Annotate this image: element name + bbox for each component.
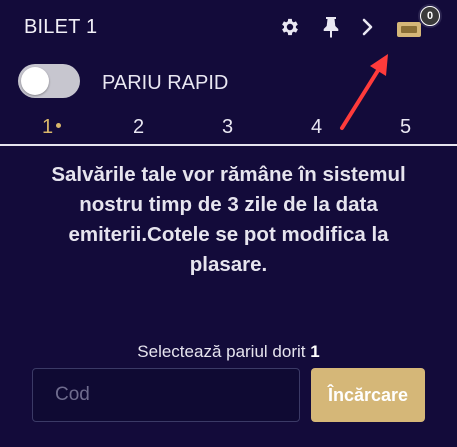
- bet-slip-header: BILET 1 0: [0, 0, 457, 56]
- select-prompt-number: 1: [310, 342, 320, 361]
- tab-1[interactable]: 1: [42, 116, 62, 139]
- tab-5[interactable]: 5: [400, 116, 411, 139]
- tab-label: 1: [42, 116, 54, 138]
- chevron-right-icon[interactable]: [358, 14, 378, 40]
- ticket-title: BILET 1: [24, 16, 98, 38]
- badge-count: 0: [421, 7, 439, 25]
- toggle-knob: [21, 67, 49, 95]
- quick-bet-label: PARIU RAPID: [102, 72, 229, 94]
- tab-label: 4: [311, 116, 323, 138]
- ticket-count-badge: 0: [418, 4, 442, 28]
- quick-bet-row: PARIU RAPID: [18, 64, 318, 100]
- tab-2[interactable]: 2: [133, 116, 144, 139]
- select-prompt-text: Selectează pariul dorit: [137, 342, 306, 361]
- active-dot-icon: [56, 123, 62, 129]
- bet-slip-panel: BILET 1 0 PARIU RAPID 1 2 3 4 5 Salvăril…: [0, 0, 457, 447]
- tab-3[interactable]: 3: [222, 116, 233, 139]
- save-info-message: Salvările tale vor rămâne în sistemul no…: [51, 163, 406, 276]
- tab-label: 3: [222, 116, 234, 138]
- load-button[interactable]: Încărcare: [311, 368, 425, 422]
- tab-label: 5: [400, 116, 412, 138]
- pin-icon[interactable]: [320, 14, 342, 40]
- tab-4[interactable]: 4: [311, 116, 322, 139]
- gear-icon[interactable]: [278, 14, 302, 40]
- code-input[interactable]: [32, 368, 300, 422]
- quick-bet-toggle[interactable]: [18, 64, 80, 98]
- tab-label: 2: [133, 116, 145, 138]
- select-bet-prompt: Selectează pariul dorit 1: [0, 342, 457, 362]
- ticket-tabs: 1 2 3 4 5: [0, 112, 457, 146]
